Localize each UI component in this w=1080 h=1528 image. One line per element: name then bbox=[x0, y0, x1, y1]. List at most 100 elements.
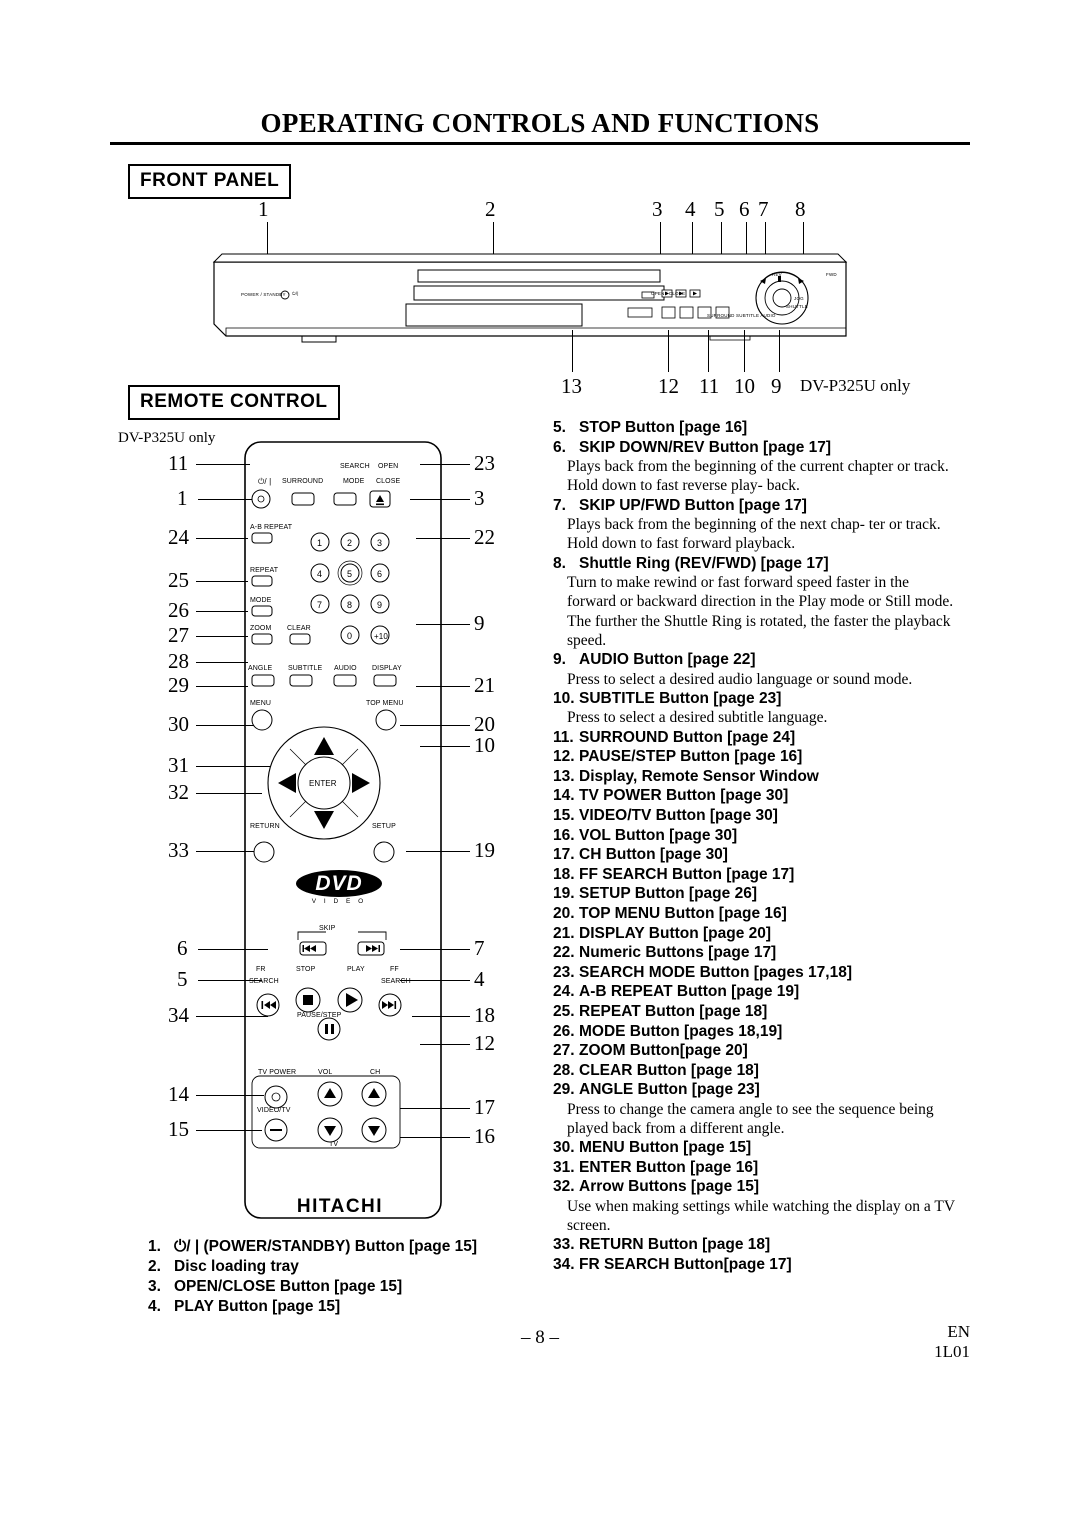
desc-item-19: 19. SETUP Button [page 26] bbox=[553, 884, 958, 904]
callout-rc-24: 24 bbox=[168, 525, 189, 549]
desc-title-21: DISPLAY Button [page 20] bbox=[579, 924, 772, 942]
callout-rc-31: 31 bbox=[168, 753, 189, 777]
callout-rc-22: 22 bbox=[474, 525, 495, 549]
desc-num-1: 1. bbox=[148, 1238, 161, 1255]
desc-title-26: MODE Button [pages 18,19] bbox=[579, 1022, 783, 1040]
rc-key-4: 4 bbox=[317, 569, 323, 579]
dvd-logo-text: DVD bbox=[296, 870, 382, 897]
desc-item-24: 24. A-B REPEAT Button [page 19] bbox=[553, 982, 958, 1002]
desc-item-29: 29. ANGLE Button [page 23] bbox=[553, 1080, 958, 1100]
desc-item-14: 14. TV POWER Button [page 30] bbox=[553, 786, 958, 806]
desc-num-24: 24. bbox=[553, 983, 575, 1001]
leader-rc-20 bbox=[400, 725, 470, 726]
leader-rc-6 bbox=[198, 949, 268, 950]
desc-title-22: Numeric Buttons [page 17] bbox=[579, 944, 777, 962]
desc-item-18: 18. FF SEARCH Button [page 17] bbox=[553, 865, 958, 885]
desc-item-16: 16. VOL Button [page 30] bbox=[553, 826, 958, 846]
desc-title-34: FR SEARCH Button[page 17] bbox=[579, 1256, 792, 1274]
rc-key-7: 7 bbox=[317, 600, 323, 610]
desc-num-23: 23. bbox=[553, 963, 575, 981]
callout-fp-11: 11 bbox=[699, 374, 720, 398]
desc-title-9: AUDIO Button [page 22] bbox=[579, 651, 756, 668]
callout-rc-3: 3 bbox=[474, 486, 485, 510]
leader-fp-9 bbox=[779, 330, 780, 372]
callout-fp-8: 8 bbox=[795, 197, 806, 221]
callout-fp-12: 12 bbox=[658, 374, 679, 398]
desc-body-6: Plays back from the beginning of the cur… bbox=[567, 458, 949, 495]
desc-num-6: 6. bbox=[553, 438, 566, 456]
desc-num-22: 22. bbox=[553, 944, 575, 962]
leader-rc-23 bbox=[420, 464, 470, 465]
desc-num-16: 16. bbox=[553, 826, 575, 844]
desc-num-31: 31. bbox=[553, 1158, 575, 1176]
desc-num-29: 29. bbox=[553, 1081, 575, 1099]
manual-page: OPERATING CONTROLS AND FUNCTIONS FRONT P… bbox=[0, 0, 1080, 1528]
callout-rc-16: 16 bbox=[474, 1124, 495, 1148]
rc-label-surround: SURROUND bbox=[282, 478, 324, 485]
desc-item-23: 23. SEARCH MODE Button [pages 17,18] bbox=[553, 963, 958, 983]
dvd-logo: DVD V I D E O bbox=[296, 870, 382, 910]
callout-rc-33: 33 bbox=[168, 838, 189, 862]
callout-rc-14: 14 bbox=[168, 1082, 189, 1106]
leader-rc-28 bbox=[196, 662, 248, 663]
desc-item-1: 1. ⏻/ | (POWER/STANDBY) Button [page 15] bbox=[148, 1237, 548, 1257]
desc-num-25: 25. bbox=[553, 1002, 575, 1020]
desc-item-32: 32. Arrow Buttons [page 15] bbox=[553, 1177, 958, 1197]
callout-rc-12: 12 bbox=[474, 1031, 495, 1055]
callout-fp-4: 4 bbox=[685, 197, 696, 221]
rc-key-1: 1 bbox=[317, 538, 323, 548]
desc-item-13: 13. Display, Remote Sensor Window bbox=[553, 767, 958, 787]
desc-title-7: SKIP UP/FWD Button [page 17] bbox=[579, 496, 807, 514]
desc-item-21: 21. DISPLAY Button [page 20] bbox=[553, 924, 958, 944]
desc-title-27: ZOOM Button[page 20] bbox=[579, 1042, 748, 1060]
desc-num-19: 19. bbox=[553, 885, 575, 903]
leader-rc-26 bbox=[196, 611, 248, 612]
desc-title-33: RETURN Button [page 18] bbox=[579, 1236, 771, 1254]
desc-num-21: 21. bbox=[553, 924, 575, 942]
callout-fp-1: 1 bbox=[258, 197, 269, 221]
desc-item-26: 26. MODE Button [pages 18,19] bbox=[553, 1022, 958, 1042]
desc-title-3: OPEN/CLOSE Button [page 15] bbox=[174, 1278, 403, 1295]
callout-fp-2: 2 bbox=[485, 197, 496, 221]
callout-rc-18: 18 bbox=[474, 1003, 495, 1027]
leader-rc-18 bbox=[412, 1016, 470, 1017]
descriptions-bottom: 1. ⏻/ | (POWER/STANDBY) Button [page 15] … bbox=[148, 1237, 548, 1317]
footer-page-number: – 8 – bbox=[521, 1327, 559, 1348]
leader-rc-10 bbox=[420, 746, 470, 747]
desc-num-3: 3. bbox=[148, 1278, 161, 1295]
desc-title-20: TOP MENU Button [page 16] bbox=[579, 904, 787, 922]
desc-num-11: 11. bbox=[553, 728, 574, 746]
rc-label-close: CLOSE bbox=[376, 478, 401, 485]
leader-rc-29 bbox=[196, 686, 248, 687]
desc-item-30: 30. MENU Button [page 15] bbox=[553, 1138, 958, 1158]
remote-control-heading: REMOTE CONTROL bbox=[128, 385, 340, 420]
callout-rc-19: 19 bbox=[474, 838, 495, 862]
desc-item-8: 8. Shuttle Ring (REV/FWD) [page 17] bbox=[553, 554, 958, 574]
desc-item-12: 12. PAUSE/STEP Button [page 16] bbox=[553, 747, 958, 767]
desc-num-13: 13. bbox=[553, 767, 575, 785]
fp-label-bottom-row: SURROUND SUBTITLE AUDIO bbox=[707, 313, 776, 318]
desc-item-7: 7. SKIP UP/FWD Button [page 17] bbox=[553, 496, 958, 516]
leader-rc-27 bbox=[196, 636, 248, 637]
footer-doc-code: 1L01 bbox=[934, 1342, 970, 1361]
rc-key-9: 9 bbox=[377, 600, 383, 610]
rc-key-8: 8 bbox=[347, 600, 353, 610]
leader-fp-11 bbox=[708, 330, 709, 372]
rc-transport-group bbox=[256, 987, 402, 1041]
desc-num-9: 9. bbox=[553, 651, 566, 668]
desc-title-4: PLAY Button [page 15] bbox=[174, 1298, 341, 1315]
leader-rc-3 bbox=[410, 499, 470, 500]
fp-label-jog: JOG bbox=[794, 296, 804, 301]
desc-title-23: SEARCH MODE Button [pages 17,18] bbox=[579, 963, 853, 981]
fp-label-shuttle: SHUTTLE bbox=[786, 304, 808, 309]
rc-key-plus10: +10 bbox=[374, 632, 388, 641]
leader-rc-11 bbox=[196, 464, 250, 465]
callout-fp-5: 5 bbox=[714, 197, 725, 221]
desc-title-8: Shuttle Ring (REV/FWD) [page 17] bbox=[579, 554, 829, 572]
rc-tv-group bbox=[251, 1075, 401, 1149]
desc-num-30: 30. bbox=[553, 1139, 575, 1157]
callout-rc-28: 28 bbox=[168, 649, 189, 673]
leader-fp-10 bbox=[744, 330, 745, 372]
desc-item-28: 28. CLEAR Button [page 18] bbox=[553, 1061, 958, 1081]
rc-label-mode-top: MODE bbox=[343, 478, 365, 485]
